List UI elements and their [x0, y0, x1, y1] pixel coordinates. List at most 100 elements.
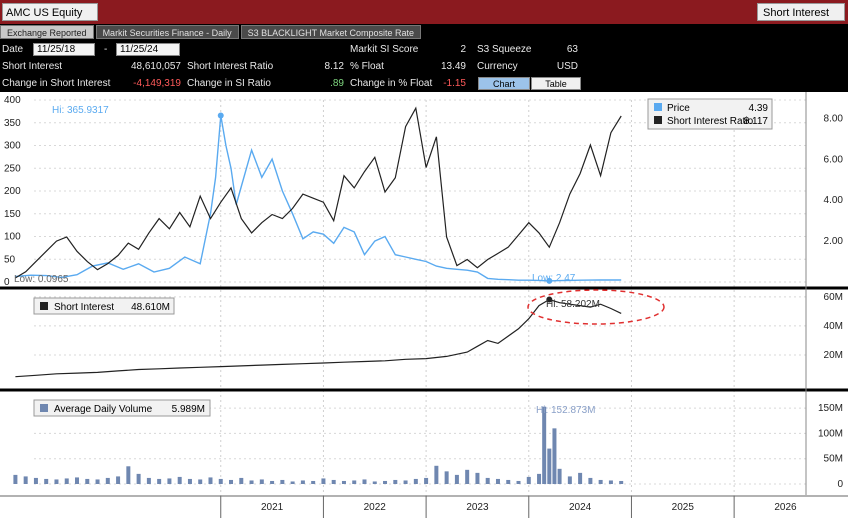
volume-bar: [64, 478, 69, 484]
volume-bar: [537, 473, 542, 484]
volume-bar: [218, 478, 223, 484]
function-name[interactable]: Short Interest: [757, 3, 845, 21]
volume-bar: [105, 477, 110, 484]
volume-bar: [547, 448, 552, 484]
volume-bar: [44, 478, 49, 484]
volume-tick-label: 0: [837, 479, 843, 490]
ratio-tick-label: 8.00: [824, 113, 844, 124]
markit-si-score-label: Markit SI Score: [350, 44, 419, 55]
date-separator: -: [104, 44, 108, 55]
volume-bar: [444, 471, 449, 484]
table-view-button[interactable]: Table: [531, 77, 581, 90]
volume-bar: [495, 478, 500, 484]
volume-bar: [393, 479, 398, 484]
volume-bar: [567, 476, 572, 484]
currency-label: Currency: [477, 61, 518, 72]
volume-bar: [424, 477, 429, 484]
ratio-low-annotation: Low: 2.47: [532, 273, 576, 284]
volume-bar: [146, 477, 151, 484]
pct-float-label: % Float: [350, 61, 384, 72]
volume-bar: [331, 479, 336, 484]
volume-bar: [557, 468, 562, 484]
si-legend-swatch: [40, 302, 48, 310]
short-interest-chart: 400 350 300 250 200 150 100 50 0 8.00 6.00 4.00 2.0…: [0, 92, 848, 518]
volume-legend: Average Daily Volume 5.989M: [33, 399, 211, 417]
volume-bar: [372, 481, 377, 484]
volume-bar: [13, 474, 18, 484]
tab-s3-blacklight[interactable]: S3 BLACKLIGHT Market Composite Rate: [240, 25, 422, 39]
price-tick-label: 300: [4, 141, 21, 152]
si-tick-label: 40M: [824, 321, 843, 332]
volume-bar: [413, 478, 418, 484]
source-tabs: Exchange Reported Markit Securities Fina…: [0, 25, 423, 40]
price-low-annotation: Low: 0.0965: [14, 274, 69, 285]
volume-bar: [588, 477, 593, 484]
ticker-field[interactable]: AMC US Equity: [2, 3, 98, 21]
volume-bar: [383, 480, 388, 484]
volume-bar: [23, 476, 28, 484]
year-tick-label: 2023: [466, 502, 489, 513]
year-tick-label: 2022: [364, 502, 387, 513]
date-to-input[interactable]: 11/25/24: [116, 43, 180, 56]
price-tick-label: 200: [4, 186, 21, 197]
tab-exchange-reported[interactable]: Exchange Reported: [0, 25, 94, 39]
markit-si-score-value: 2: [460, 44, 466, 55]
volume-bar: [239, 477, 244, 484]
volume-bar: [321, 478, 326, 484]
year-tick-label: 2026: [774, 502, 797, 513]
volume-bar: [352, 480, 357, 484]
volume-legend-swatch: [40, 404, 48, 412]
volume-bar: [280, 479, 285, 484]
volume-bar: [177, 476, 182, 484]
year-tick-label: 2024: [569, 502, 592, 513]
volume-bar: [157, 478, 162, 484]
price-tick-label: 100: [4, 232, 21, 243]
si-tick-label: 60M: [824, 292, 843, 303]
short-interest-label: Short Interest: [2, 61, 63, 72]
short-interest-legend: Short Interest 48.610M: [33, 297, 175, 315]
price-legend-name: Price: [667, 103, 690, 114]
volume-bar: [290, 481, 295, 484]
volume-bar: [542, 406, 547, 484]
volume-bar: [598, 479, 603, 484]
s3-squeeze-value: 63: [566, 44, 578, 55]
ratio-tick-label: 6.00: [824, 154, 844, 165]
tab-markit-securities[interactable]: Markit Securities Finance - Daily: [95, 25, 239, 39]
si-legend-value: 48.610M: [131, 302, 170, 313]
short-interest-value: 48,610,057: [130, 61, 181, 72]
chart-view-button[interactable]: Chart: [478, 77, 530, 90]
price-tick-label: 250: [4, 163, 21, 174]
volume-bar: [454, 474, 459, 484]
si-tick-label: 20M: [824, 350, 843, 361]
si-ratio-label: Short Interest Ratio: [187, 61, 274, 72]
price-high-marker: [217, 112, 224, 119]
volume-bar: [526, 476, 531, 484]
volume-bar: [578, 472, 583, 484]
short-interest-axis: 60M 40M 20M: [824, 292, 843, 361]
volume-bar: [475, 472, 480, 484]
volume-bar: [167, 478, 172, 484]
volume-bar: [136, 473, 141, 484]
change-float-label: Change in % Float: [350, 78, 433, 89]
volume-tick-label: 100M: [818, 428, 843, 439]
volume-bar: [75, 477, 80, 484]
volume-bar: [608, 480, 613, 484]
date-label: Date: [2, 44, 24, 55]
volume-bar: [341, 480, 346, 484]
volume-bar: [311, 480, 316, 484]
date-from-input[interactable]: 11/25/18: [33, 43, 95, 56]
price-high-annotation: Hi: 365.9317: [52, 105, 109, 116]
volume-bar: [126, 466, 131, 484]
volume-bar: [403, 480, 408, 484]
volume-bar: [249, 480, 254, 484]
volume-high-annotation: Hi: 152.873M: [536, 405, 595, 416]
price-legend-swatch: [654, 103, 662, 111]
volume-bar: [485, 477, 490, 484]
year-tick-label: 2025: [672, 502, 695, 513]
change-ratio-label: Change in SI Ratio: [187, 78, 271, 89]
volume-bar: [259, 479, 264, 484]
currency-value: USD: [556, 61, 578, 72]
change-si-label: Change in Short Interest: [2, 78, 111, 89]
volume-bar: [516, 480, 521, 484]
volume-bar: [187, 478, 192, 484]
